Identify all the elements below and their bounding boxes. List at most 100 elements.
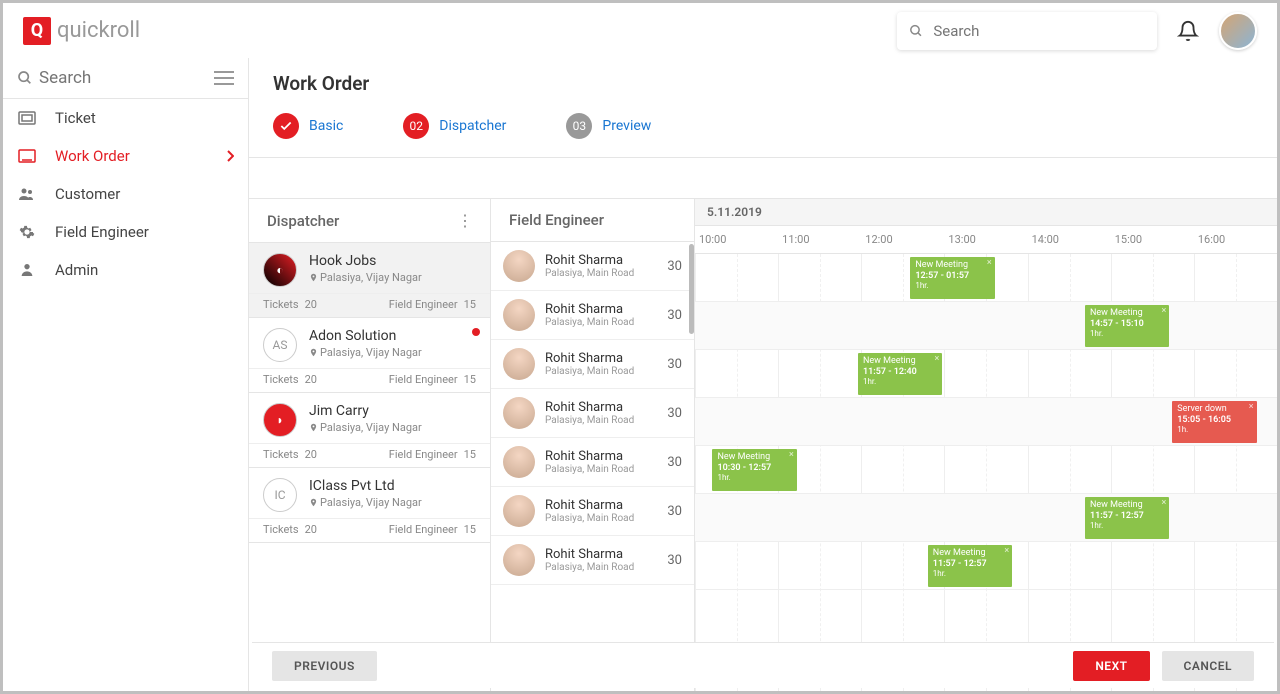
- hamburger-icon[interactable]: [214, 70, 234, 86]
- dispatcher-card[interactable]: ◐Hook Jobs Palasiya, Vijay NagarTickets2…: [249, 243, 490, 318]
- engineer-location: Palasiya, Main Road: [545, 317, 657, 328]
- notification-bell-icon[interactable]: [1177, 20, 1199, 42]
- fe-stat: Field Engineer15: [389, 298, 476, 311]
- fe-stat: Field Engineer15: [389, 523, 476, 536]
- event-title: New Meeting: [933, 548, 1007, 558]
- sidebar-search-input[interactable]: [39, 68, 149, 88]
- timeline-event[interactable]: ×New Meeting11:57 - 12:401hr.: [858, 353, 942, 395]
- tickets-stat: Tickets20: [263, 523, 317, 536]
- dispatcher-card[interactable]: ◗Jim Carry Palasiya, Vijay NagarTickets2…: [249, 393, 490, 468]
- engineer-avatar: [503, 397, 535, 429]
- work-order-icon: [17, 149, 37, 163]
- dispatcher-location: Palasiya, Vijay Nagar: [309, 271, 476, 284]
- brand-name: quickroll: [57, 18, 140, 43]
- field-engineer-row[interactable]: Rohit SharmaPalasiya, Main Road30: [491, 340, 694, 389]
- sidebar-item-customer[interactable]: Customer: [3, 175, 248, 213]
- field-engineer-row[interactable]: Rohit SharmaPalasiya, Main Road 30: [491, 389, 694, 438]
- ticket-icon: [17, 111, 37, 125]
- pin-icon: [309, 497, 318, 508]
- event-duration: 1hr.: [1090, 521, 1164, 530]
- engineer-count: 30: [667, 259, 682, 274]
- close-icon[interactable]: ×: [1004, 546, 1009, 556]
- engineer-location: Palasiya, Main Road: [545, 415, 657, 426]
- timeline-event[interactable]: ×New Meeting10:30 - 12:571hr.: [712, 449, 796, 491]
- timeline-row: ×New Meeting11:57 - 12:571hr.: [695, 494, 1277, 542]
- event-time: 12:57 - 01:57: [915, 271, 989, 281]
- sidebar-item-label: Work Order: [55, 147, 130, 165]
- timeline-event[interactable]: ×New Meeting12:57 - 01:571hr.: [910, 257, 994, 299]
- wizard-label: Dispatcher: [439, 118, 506, 134]
- hour-label: 10:00: [695, 233, 778, 246]
- cancel-button[interactable]: CANCEL: [1162, 651, 1254, 681]
- chevron-right-icon: [226, 150, 234, 162]
- sidebar-item-field-engineer[interactable]: Field Engineer: [3, 213, 248, 251]
- field-engineer-row[interactable]: Rohit SharmaPalasiya, Main Road30: [491, 242, 694, 291]
- close-icon[interactable]: ×: [789, 450, 794, 460]
- timeline-event[interactable]: ×New Meeting11:57 - 12:571hr.: [928, 545, 1012, 587]
- wizard-step-basic[interactable]: Basic: [273, 113, 343, 139]
- engineer-name: Rohit Sharma: [545, 400, 657, 415]
- sidebar-item-work-order[interactable]: Work Order: [3, 137, 248, 175]
- engineer-avatar: [503, 250, 535, 282]
- close-icon[interactable]: ×: [1162, 498, 1167, 508]
- timeline-row: ×New Meeting11:57 - 12:401hr.: [695, 350, 1277, 398]
- sidebar-item-ticket[interactable]: Ticket: [3, 99, 248, 137]
- close-icon[interactable]: ×: [1162, 306, 1167, 316]
- dispatcher-card[interactable]: ASAdon Solution Palasiya, Vijay NagarTic…: [249, 318, 490, 393]
- hour-label: 16:00: [1194, 233, 1277, 246]
- event-time: 15:05 - 16:05: [1177, 415, 1251, 425]
- event-duration: 1hr.: [933, 569, 1007, 578]
- timeline-row: ×New Meeting10:30 - 12:571hr.: [695, 446, 1277, 494]
- timeline-date: 5.11.2019: [695, 199, 1277, 226]
- close-icon[interactable]: ×: [935, 354, 940, 364]
- field-engineer-row[interactable]: Rohit SharmaPalasiya, Main Road30: [491, 536, 694, 585]
- engineer-location: Palasiya, Main Road: [545, 464, 657, 475]
- tickets-stat: Tickets20: [263, 298, 317, 311]
- timeline-row: ×New Meeting14:57 - 15:101hr.: [695, 302, 1277, 350]
- sidebar-item-admin[interactable]: Admin: [3, 251, 248, 289]
- timeline-event[interactable]: ×New Meeting11:57 - 12:571hr.: [1085, 497, 1169, 539]
- dispatcher-avatar: ◗: [263, 403, 297, 437]
- page-title: Work Order: [273, 72, 1253, 95]
- sidebar-search[interactable]: [17, 68, 149, 88]
- field-engineer-row[interactable]: Rohit SharmaPalasiya, Main Road30: [491, 438, 694, 487]
- step-number: 02: [403, 113, 429, 139]
- close-icon[interactable]: ×: [1249, 402, 1254, 412]
- timeline-body[interactable]: ×New Meeting12:57 - 01:571hr.×New Meetin…: [695, 254, 1277, 691]
- dispatcher-name: Adon Solution: [309, 328, 476, 344]
- global-search[interactable]: [897, 12, 1157, 50]
- customer-icon: [17, 187, 37, 201]
- dispatcher-title: Dispatcher: [267, 212, 339, 230]
- engineer-count: 30: [667, 406, 682, 421]
- fe-stat: Field Engineer15: [389, 448, 476, 461]
- event-title: Server down: [1177, 404, 1251, 414]
- brand[interactable]: Q quickroll: [23, 17, 140, 45]
- previous-button[interactable]: PREVIOUS: [272, 651, 377, 681]
- global-search-input[interactable]: [933, 22, 1145, 40]
- engineer-count: 30: [667, 308, 682, 323]
- kebab-menu-icon[interactable]: ⋮: [457, 211, 472, 230]
- tickets-stat: Tickets20: [263, 373, 317, 386]
- engineer-avatar: [503, 544, 535, 576]
- scrollbar-thumb[interactable]: [689, 244, 694, 334]
- timeline: 5.11.2019 10:0011:0012:0013:0014:0015:00…: [695, 199, 1277, 691]
- engineer-location: Palasiya, Main Road: [545, 513, 657, 524]
- user-avatar[interactable]: [1219, 12, 1257, 50]
- close-icon[interactable]: ×: [987, 258, 992, 268]
- engineer-count: 30: [667, 504, 682, 519]
- wizard-step-preview[interactable]: 03 Preview: [566, 113, 651, 139]
- timeline-event[interactable]: ×Server down15:05 - 16:051h.: [1172, 401, 1256, 443]
- dispatcher-card[interactable]: ICIClass Pvt Ltd Palasiya, Vijay NagarTi…: [249, 468, 490, 543]
- event-time: 11:57 - 12:57: [933, 559, 1007, 569]
- step-number: 03: [566, 113, 592, 139]
- field-engineer-row[interactable]: Rohit SharmaPalasiya, Main Road 30: [491, 487, 694, 536]
- timeline-event[interactable]: ×New Meeting14:57 - 15:101hr.: [1085, 305, 1169, 347]
- engineer-name: Rohit Sharma: [545, 498, 657, 513]
- wizard-step-dispatcher[interactable]: 02 Dispatcher: [403, 113, 506, 139]
- timeline-row: ×New Meeting11:57 - 12:571hr.: [695, 542, 1277, 590]
- tickets-stat: Tickets20: [263, 448, 317, 461]
- hour-label: 14:00: [1028, 233, 1111, 246]
- field-engineer-row[interactable]: Rohit SharmaPalasiya, Main Road30: [491, 291, 694, 340]
- next-button[interactable]: NEXT: [1073, 651, 1149, 681]
- timeline-hours: 10:0011:0012:0013:0014:0015:0016:00: [695, 226, 1277, 254]
